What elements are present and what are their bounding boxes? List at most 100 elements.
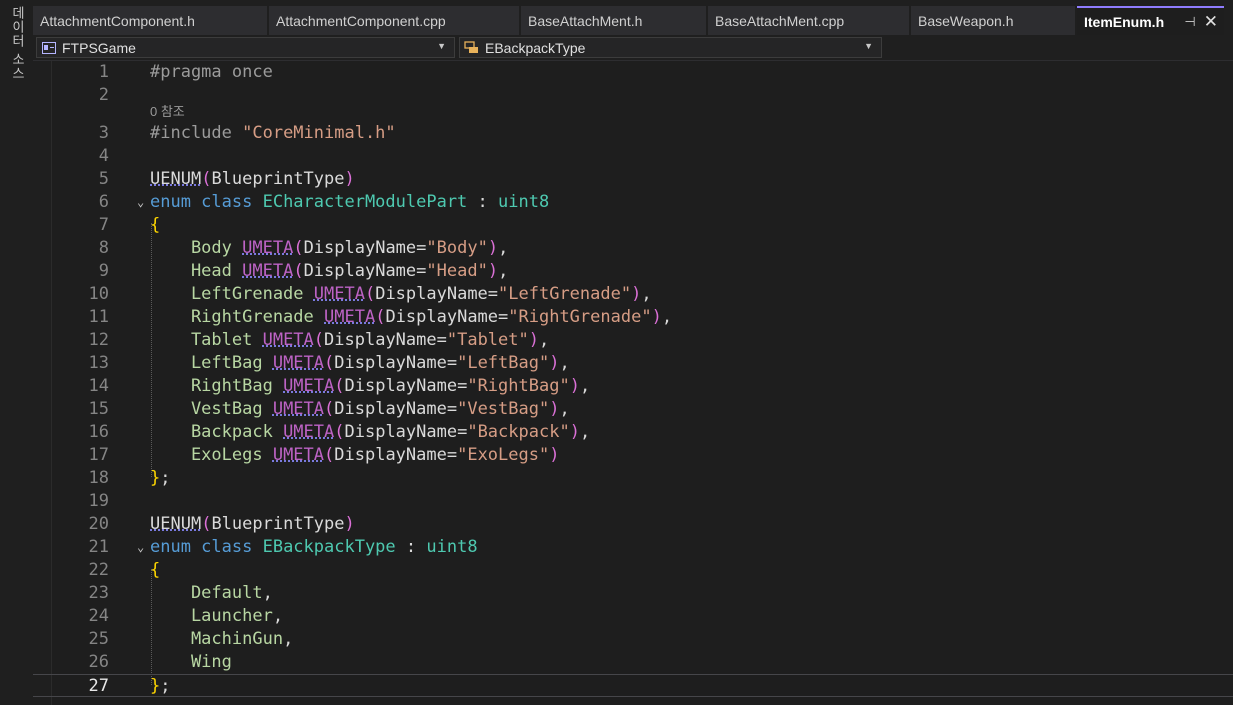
tab-baseattachment-cpp[interactable]: BaseAttachMent.cpp	[708, 6, 909, 35]
code-line[interactable]: 13 LeftBag UMETA(DisplayName="LeftBag"),	[33, 352, 1233, 375]
tab-attachmentcomponent-h[interactable]: AttachmentComponent.h	[33, 6, 267, 35]
code-line[interactable]: 19	[33, 490, 1233, 513]
code-line[interactable]: 7{	[33, 214, 1233, 237]
code-line[interactable]: 9 Head UMETA(DisplayName="Head"),	[33, 260, 1233, 283]
code-token: #include	[150, 123, 243, 143]
pin-icon[interactable]: ⊣	[1184, 14, 1195, 30]
line-number: 3	[98, 123, 109, 143]
line-number: 8	[98, 238, 109, 258]
code-token: ,	[498, 238, 509, 258]
code-text: };	[150, 675, 171, 698]
line-number: 24	[88, 606, 109, 626]
side-panel-strip: 데이터 소스	[0, 0, 34, 705]
code-token: )	[549, 399, 560, 419]
code-line[interactable]: 12 Tablet UMETA(DisplayName="Tablet"),	[33, 329, 1233, 352]
code-line[interactable]: 14 RightBag UMETA(DisplayName="RightBag"…	[33, 375, 1233, 398]
code-text: Launcher,	[150, 605, 283, 628]
code-token: Launcher	[150, 606, 273, 626]
code-token: Body	[150, 238, 243, 258]
code-token: "Backpack"	[467, 422, 570, 442]
code-line[interactable]: 11 RightGrenade UMETA(DisplayName="Right…	[33, 306, 1233, 329]
code-token: ECharacterModulePart	[262, 192, 468, 212]
code-token: {	[150, 560, 161, 580]
code-editor[interactable]: 0 참조 1 #pragma once 2 3 #include "CoreMinima…	[33, 61, 1233, 705]
code-token: DisplayName=	[334, 353, 458, 373]
code-line[interactable]: 20 UENUM(BlueprintType)	[33, 513, 1233, 536]
code-line[interactable]: 17 ExoLegs UMETA(DisplayName="ExoLegs")	[33, 444, 1233, 467]
code-token: )	[569, 376, 580, 396]
code-line[interactable]: 8 Body UMETA(DisplayName="Body"),	[33, 237, 1233, 260]
code-line[interactable]: 6 ⌄ enum class ECharacterModulePart : uint…	[33, 191, 1233, 214]
code-text: VestBag UMETA(DisplayName="VestBag"),	[150, 398, 570, 421]
code-text: #include "CoreMinimal.h"	[150, 122, 396, 145]
code-text: LeftGrenade UMETA(DisplayName="LeftGrena…	[150, 283, 652, 306]
code-line[interactable]: 16 Backpack UMETA(DisplayName="Backpack"…	[33, 421, 1233, 444]
code-token: ,	[498, 261, 509, 281]
code-token: BlueprintType	[211, 514, 345, 534]
code-token: ;	[160, 468, 171, 488]
scope-dropdown-value: EBackpackType	[485, 39, 586, 56]
tab-itemenum-h[interactable]: ItemEnum.h ⊣ ✕	[1077, 6, 1224, 35]
code-line[interactable]: 27};	[33, 674, 1233, 697]
line-number: 26	[88, 652, 109, 672]
tab-attachmentcomponent-cpp[interactable]: AttachmentComponent.cpp	[269, 6, 519, 35]
line-number: 6	[98, 192, 109, 212]
code-line[interactable]: 24 Launcher,	[33, 605, 1233, 628]
code-line[interactable]: 21 ⌄ enum class EBackpackType : uint8	[33, 536, 1233, 559]
code-line[interactable]: 10 LeftGrenade UMETA(DisplayName="LeftGr…	[33, 283, 1233, 306]
code-token: (	[324, 399, 335, 419]
code-text: };	[150, 467, 171, 490]
project-icon	[41, 41, 57, 55]
close-icon[interactable]: ✕	[1204, 13, 1218, 30]
line-number: 16	[88, 422, 109, 442]
code-token: Tablet	[150, 330, 263, 350]
code-line[interactable]: 3 #include "CoreMinimal.h"	[33, 122, 1233, 145]
code-token: )	[487, 238, 499, 258]
code-line[interactable]: 15 VestBag UMETA(DisplayName="VestBag"),	[33, 398, 1233, 421]
tab-baseweapon-h[interactable]: BaseWeapon.h	[911, 6, 1075, 35]
code-token: UMETA	[272, 353, 325, 373]
code-line[interactable]: 18};	[33, 467, 1233, 490]
code-line[interactable]: 5 UENUM(BlueprintType)	[33, 168, 1233, 191]
code-line[interactable]: 26 Wing	[33, 651, 1233, 674]
line-number: 10	[88, 284, 109, 304]
fold-chevron-icon[interactable]: ⌄	[137, 191, 144, 214]
fold-chevron-icon[interactable]: ⌄	[137, 536, 144, 559]
code-text: UENUM(BlueprintType)	[150, 513, 355, 536]
code-text: {	[150, 559, 160, 582]
line-number: 15	[88, 399, 109, 419]
line-number: 2	[98, 85, 109, 105]
code-token: ExoLegs	[150, 445, 273, 465]
project-dropdown-value: FTPSGame	[62, 39, 136, 56]
code-text: MachinGun,	[150, 628, 293, 651]
code-line[interactable]: 4	[33, 145, 1233, 168]
code-token: :	[395, 537, 427, 557]
code-text: enum class ECharacterModulePart : uint8	[150, 191, 549, 214]
data-sources-tab[interactable]: 데이터 소스	[8, 6, 27, 81]
code-line[interactable]: 1 #pragma once	[33, 61, 1233, 84]
tab-baseattachment-h[interactable]: BaseAttachMent.h	[521, 6, 706, 35]
code-text: Default,	[150, 582, 273, 605]
code-token: }	[150, 468, 161, 488]
code-token: :	[467, 192, 499, 212]
code-token: ,	[272, 606, 284, 626]
line-number: 17	[88, 445, 109, 465]
code-token: (	[334, 422, 345, 442]
project-dropdown[interactable]: FTPSGame ▼	[36, 37, 455, 58]
scope-dropdown[interactable]: EBackpackType ▼	[459, 37, 882, 58]
code-text: Tablet UMETA(DisplayName="Tablet"),	[150, 329, 549, 352]
code-token: (	[334, 376, 345, 396]
code-line[interactable]: 22 {	[33, 559, 1233, 582]
code-token: UMETA	[324, 307, 376, 327]
code-token: )	[569, 422, 580, 442]
code-line[interactable]: 25 MachinGun,	[33, 628, 1233, 651]
code-token: ,	[262, 583, 273, 603]
code-token: ;	[160, 676, 171, 696]
line-number: 14	[88, 376, 109, 396]
line-number: 25	[88, 629, 109, 649]
code-token: ,	[661, 307, 673, 327]
code-line[interactable]: 23 Default,	[33, 582, 1233, 605]
line-number: 23	[88, 583, 109, 603]
code-line[interactable]: 2	[33, 84, 1233, 107]
code-token: )	[631, 284, 642, 304]
